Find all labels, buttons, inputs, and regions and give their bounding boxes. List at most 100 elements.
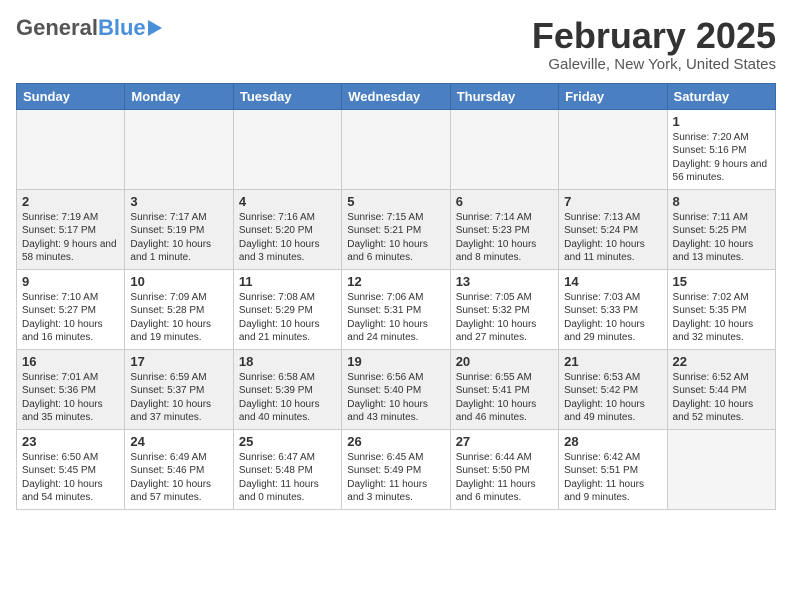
day-cell: 13Sunrise: 7:05 AM Sunset: 5:32 PM Dayli… — [450, 269, 558, 349]
day-cell: 23 Sunrise: 6:50 AM Sunset: 5:45 PM Dayli… — [17, 429, 125, 509]
day-cell: 28 Sunrise: 6:42 AM Sunset: 5:51 PM Dayli… — [559, 429, 667, 509]
day-number: 13 — [456, 274, 553, 289]
day-cell: 9 Sunrise: 7:10 AM Sunset: 5:27 PM Daylig… — [17, 269, 125, 349]
day-info: Sunrise: 7:06 AM Sunset: 5:31 PM Dayligh… — [347, 291, 444, 345]
day-number: 28 — [564, 434, 661, 449]
day-cell: 5 Sunrise: 7:15 AM Sunset: 5:21 PM Daylig… — [342, 189, 450, 269]
logo-general: GeneralBlue — [16, 16, 146, 40]
day-cell: 6 Sunrise: 7:14 AM Sunset: 5:23 PM Daylig… — [450, 189, 558, 269]
day-info: Sunrise: 6:52 AM Sunset: 5:44 PM Dayligh… — [673, 371, 770, 425]
day-header-saturday: Saturday — [667, 83, 775, 109]
day-info: Sunrise: 6:49 AM Sunset: 5:46 PM Dayligh… — [130, 451, 227, 505]
day-number: 25 — [239, 434, 336, 449]
week-row-1: 1 Sunrise: 7:20 AM Sunset: 5:16 PM Daylig… — [17, 109, 776, 189]
day-number: 21 — [564, 354, 661, 369]
day-info: Sunrise: 7:09 AM Sunset: 5:28 PM Dayligh… — [130, 291, 227, 345]
day-info: Sunrise: 7:11 AM Sunset: 5:25 PM Dayligh… — [673, 211, 770, 265]
day-info: Sunrise: 6:50 AM Sunset: 5:45 PM Dayligh… — [22, 451, 119, 505]
day-info: Sunrise: 7:13 AM Sunset: 5:24 PM Dayligh… — [564, 211, 661, 265]
day-info: Sunrise: 7:15 AM Sunset: 5:21 PM Dayligh… — [347, 211, 444, 265]
day-cell: 10 Sunrise: 7:09 AM Sunset: 5:28 PM Dayli… — [125, 269, 233, 349]
day-number: 1 — [673, 114, 770, 129]
week-row-5: 23 Sunrise: 6:50 AM Sunset: 5:45 PM Dayli… — [17, 429, 776, 509]
header: GeneralBlue February 2025 Galeville, New… — [16, 16, 776, 73]
day-number: 24 — [130, 434, 227, 449]
day-number: 5 — [347, 194, 444, 209]
day-info: Sunrise: 6:58 AM Sunset: 5:39 PM Dayligh… — [239, 371, 336, 425]
day-cell — [559, 109, 667, 189]
day-cell — [667, 429, 775, 509]
day-number: 6 — [456, 194, 553, 209]
day-cell: 2 Sunrise: 7:19 AM Sunset: 5:17 PM Daylig… — [17, 189, 125, 269]
day-cell: 25 Sunrise: 6:47 AM Sunset: 5:48 PM Dayli… — [233, 429, 341, 509]
day-cell: 21 Sunrise: 6:53 AM Sunset: 5:42 PM Dayli… — [559, 349, 667, 429]
day-info: Sunrise: 6:42 AM Sunset: 5:51 PM Dayligh… — [564, 451, 661, 505]
day-cell: 16 Sunrise: 7:01 AM Sunset: 5:36 PM Dayli… — [17, 349, 125, 429]
day-header-sunday: Sunday — [17, 83, 125, 109]
day-info: Sunrise: 6:53 AM Sunset: 5:42 PM Dayligh… — [564, 371, 661, 425]
day-cell — [125, 109, 233, 189]
calendar-container: GeneralBlue February 2025 Galeville, New… — [0, 0, 792, 518]
day-cell — [450, 109, 558, 189]
title-block: February 2025 Galeville, New York, Unite… — [532, 16, 776, 73]
day-number: 4 — [239, 194, 336, 209]
day-number: 3 — [130, 194, 227, 209]
days-header-row: SundayMondayTuesdayWednesdayThursdayFrid… — [17, 83, 776, 109]
day-info: Sunrise: 7:16 AM Sunset: 5:20 PM Dayligh… — [239, 211, 336, 265]
day-cell: 1 Sunrise: 7:20 AM Sunset: 5:16 PM Daylig… — [667, 109, 775, 189]
day-info: Sunrise: 7:17 AM Sunset: 5:19 PM Dayligh… — [130, 211, 227, 265]
day-info: Sunrise: 7:02 AM Sunset: 5:35 PM Dayligh… — [673, 291, 770, 345]
week-row-2: 2 Sunrise: 7:19 AM Sunset: 5:17 PM Daylig… — [17, 189, 776, 269]
day-number: 19 — [347, 354, 444, 369]
day-info: Sunrise: 7:14 AM Sunset: 5:23 PM Dayligh… — [456, 211, 553, 265]
day-number: 9 — [22, 274, 119, 289]
day-number: 26 — [347, 434, 444, 449]
day-cell: 18Sunrise: 6:58 AM Sunset: 5:39 PM Dayli… — [233, 349, 341, 429]
day-info: Sunrise: 7:03 AM Sunset: 5:33 PM Dayligh… — [564, 291, 661, 345]
day-info: Sunrise: 6:59 AM Sunset: 5:37 PM Dayligh… — [130, 371, 227, 425]
logo-arrow-icon — [148, 20, 162, 36]
day-info: Sunrise: 6:55 AM Sunset: 5:41 PM Dayligh… — [456, 371, 553, 425]
day-number: 12 — [347, 274, 444, 289]
day-cell: 27 Sunrise: 6:44 AM Sunset: 5:50 PM Dayli… — [450, 429, 558, 509]
day-cell: 7 Sunrise: 7:13 AM Sunset: 5:24 PM Daylig… — [559, 189, 667, 269]
month-year: February 2025 — [532, 16, 776, 56]
day-number: 14 — [564, 274, 661, 289]
day-cell: 3 Sunrise: 7:17 AM Sunset: 5:19 PM Daylig… — [125, 189, 233, 269]
location: Galeville, New York, United States — [532, 56, 776, 73]
day-cell — [233, 109, 341, 189]
day-cell: 22Sunrise: 6:52 AM Sunset: 5:44 PM Dayli… — [667, 349, 775, 429]
day-cell: 8Sunrise: 7:11 AM Sunset: 5:25 PM Daylig… — [667, 189, 775, 269]
day-cell: 4 Sunrise: 7:16 AM Sunset: 5:20 PM Daylig… — [233, 189, 341, 269]
day-header-thursday: Thursday — [450, 83, 558, 109]
day-cell: 17 Sunrise: 6:59 AM Sunset: 5:37 PM Dayli… — [125, 349, 233, 429]
calendar-table: SundayMondayTuesdayWednesdayThursdayFrid… — [16, 83, 776, 510]
day-info: Sunrise: 7:20 AM Sunset: 5:16 PM Dayligh… — [673, 131, 770, 185]
day-info: Sunrise: 6:47 AM Sunset: 5:48 PM Dayligh… — [239, 451, 336, 505]
day-number: 27 — [456, 434, 553, 449]
day-cell: 12 Sunrise: 7:06 AM Sunset: 5:31 PM Dayli… — [342, 269, 450, 349]
day-number: 10 — [130, 274, 227, 289]
day-header-wednesday: Wednesday — [342, 83, 450, 109]
day-info: Sunrise: 7:19 AM Sunset: 5:17 PM Dayligh… — [22, 211, 119, 265]
day-info: Sunrise: 7:01 AM Sunset: 5:36 PM Dayligh… — [22, 371, 119, 425]
day-number: 16 — [22, 354, 119, 369]
day-number: 17 — [130, 354, 227, 369]
day-cell: 19 Sunrise: 6:56 AM Sunset: 5:40 PM Dayli… — [342, 349, 450, 429]
day-info: Sunrise: 6:56 AM Sunset: 5:40 PM Dayligh… — [347, 371, 444, 425]
week-row-3: 9 Sunrise: 7:10 AM Sunset: 5:27 PM Daylig… — [17, 269, 776, 349]
logo: GeneralBlue — [16, 16, 162, 40]
day-number: 7 — [564, 194, 661, 209]
day-info: Sunrise: 6:45 AM Sunset: 5:49 PM Dayligh… — [347, 451, 444, 505]
day-cell: 24 Sunrise: 6:49 AM Sunset: 5:46 PM Dayli… — [125, 429, 233, 509]
day-cell: 26 Sunrise: 6:45 AM Sunset: 5:49 PM Dayli… — [342, 429, 450, 509]
day-info: Sunrise: 7:10 AM Sunset: 5:27 PM Dayligh… — [22, 291, 119, 345]
day-info: Sunrise: 6:44 AM Sunset: 5:50 PM Dayligh… — [456, 451, 553, 505]
day-cell: 11Sunrise: 7:08 AM Sunset: 5:29 PM Dayli… — [233, 269, 341, 349]
day-number: 23 — [22, 434, 119, 449]
day-cell: 14 Sunrise: 7:03 AM Sunset: 5:33 PM Dayli… — [559, 269, 667, 349]
day-header-friday: Friday — [559, 83, 667, 109]
day-number: 2 — [22, 194, 119, 209]
day-header-monday: Monday — [125, 83, 233, 109]
day-number: 15 — [673, 274, 770, 289]
